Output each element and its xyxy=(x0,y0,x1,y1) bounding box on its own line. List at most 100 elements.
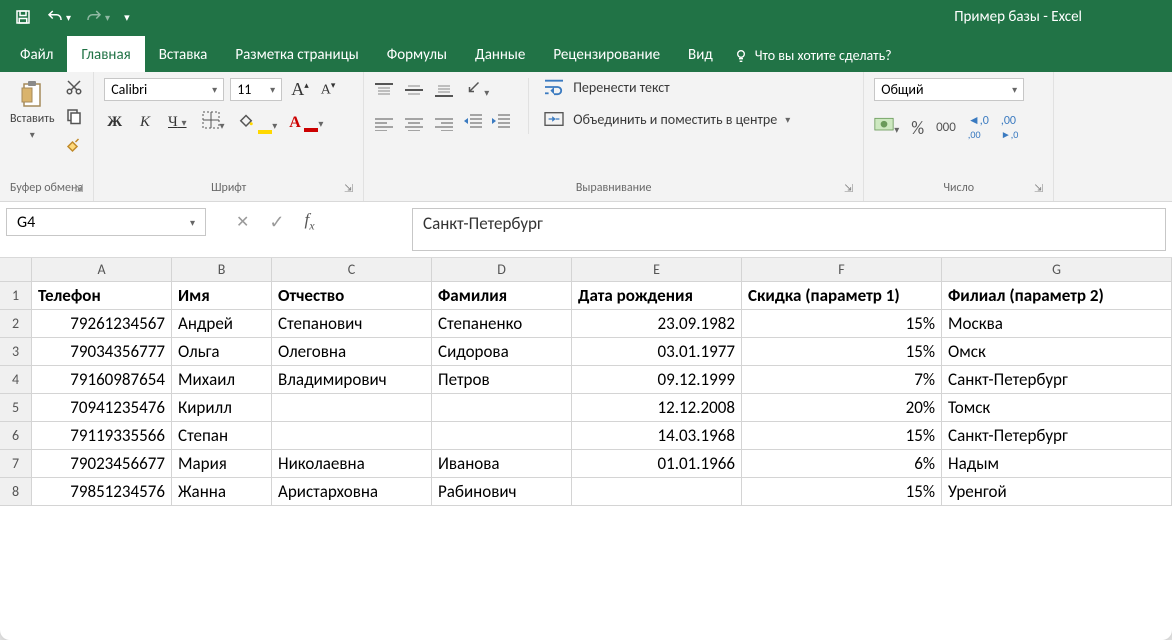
select-all-corner[interactable] xyxy=(0,258,32,281)
row-header[interactable]: 5 xyxy=(0,394,32,421)
cell[interactable]: Аристарховна xyxy=(272,478,432,505)
tab-file[interactable]: Файл xyxy=(6,36,67,72)
chevron-down-icon[interactable]: ▾ xyxy=(785,113,790,126)
align-bottom-button[interactable] xyxy=(434,81,454,99)
borders-button[interactable]: ▾ xyxy=(202,111,225,134)
align-center-button[interactable] xyxy=(404,115,424,133)
font-name-select[interactable]: Calibri ▾ xyxy=(104,78,224,101)
orientation-button[interactable]: ▾ xyxy=(464,78,489,101)
col-header-D[interactable]: D xyxy=(432,258,572,281)
tab-data[interactable]: Данные xyxy=(461,36,539,72)
cell[interactable]: Петров xyxy=(432,366,572,393)
font-size-select[interactable]: 11 ▾ xyxy=(230,78,282,101)
increase-decimal-button[interactable]: ◄,0,00 xyxy=(968,113,989,142)
fill-color-button[interactable]: ▾ xyxy=(237,111,278,134)
decrease-font-button[interactable]: A▾ xyxy=(318,80,339,99)
spreadsheet-grid[interactable]: A B C D E F G 1 Телефон Имя Отчество Фам… xyxy=(0,258,1172,640)
font-color-button[interactable]: A ▾ xyxy=(289,113,323,132)
cell[interactable]: 12.12.2008 xyxy=(572,394,742,421)
cell[interactable]: Андрей xyxy=(172,310,272,337)
align-top-button[interactable] xyxy=(374,81,394,99)
cell[interactable]: Сидорова xyxy=(432,338,572,365)
cell[interactable]: Жанна xyxy=(172,478,272,505)
underline-button[interactable]: Ч ▾ xyxy=(165,114,190,131)
cell[interactable]: Ольга xyxy=(172,338,272,365)
dialog-launcher-icon[interactable]: ⇲ xyxy=(74,182,83,195)
tab-formulas[interactable]: Формулы xyxy=(373,36,461,72)
cell[interactable]: 15% xyxy=(742,478,942,505)
row-header[interactable]: 7 xyxy=(0,450,32,477)
cell[interactable]: Владимирович xyxy=(272,366,432,393)
cell[interactable]: Имя xyxy=(172,282,272,309)
number-format-select[interactable]: Общий ▾ xyxy=(874,78,1024,101)
cell[interactable]: Степан xyxy=(172,422,272,449)
cell[interactable]: 79261234567 xyxy=(32,310,172,337)
cell[interactable]: 6% xyxy=(742,450,942,477)
cell[interactable] xyxy=(272,394,432,421)
cell[interactable]: 79034356777 xyxy=(32,338,172,365)
cell[interactable]: Николаевна xyxy=(272,450,432,477)
row-header[interactable]: 4 xyxy=(0,366,32,393)
dialog-launcher-icon[interactable]: ⇲ xyxy=(844,182,853,195)
undo-button[interactable]: ▾ xyxy=(46,8,71,26)
percent-format-button[interactable]: % xyxy=(911,117,924,139)
col-header-A[interactable]: A xyxy=(32,258,172,281)
redo-button[interactable]: ▾ xyxy=(85,8,110,26)
row-header[interactable]: 1 xyxy=(0,282,32,309)
tell-me-search[interactable]: Что вы хотите сделать? xyxy=(733,47,892,72)
chevron-down-icon[interactable]: ▾ xyxy=(190,216,195,229)
save-icon[interactable] xyxy=(14,8,32,26)
chevron-down-icon[interactable]: ▾ xyxy=(30,128,35,141)
decrease-decimal-button[interactable]: ,00►,0 xyxy=(1001,114,1018,142)
cell[interactable] xyxy=(572,478,742,505)
cell[interactable]: Санкт-Петербург xyxy=(942,366,1172,393)
row-header[interactable]: 2 xyxy=(0,310,32,337)
col-header-C[interactable]: C xyxy=(272,258,432,281)
col-header-B[interactable]: B xyxy=(172,258,272,281)
cell[interactable]: Дата рождения xyxy=(572,282,742,309)
col-header-E[interactable]: E xyxy=(572,258,742,281)
insert-function-button[interactable]: fx xyxy=(305,210,315,233)
cell[interactable]: Олеговна xyxy=(272,338,432,365)
cell[interactable]: 79160987654 xyxy=(32,366,172,393)
cell[interactable]: 79119335566 xyxy=(32,422,172,449)
align-left-button[interactable] xyxy=(374,115,394,133)
tab-page-layout[interactable]: Разметка страницы xyxy=(221,36,372,72)
cell[interactable]: Москва xyxy=(942,310,1172,337)
italic-button[interactable]: К xyxy=(137,114,153,131)
name-box[interactable]: G4 ▾ xyxy=(6,208,206,236)
formula-input[interactable]: Санкт-Петербург xyxy=(412,208,1166,251)
cell[interactable]: Кирилл xyxy=(172,394,272,421)
dialog-launcher-icon[interactable]: ⇲ xyxy=(1034,182,1043,195)
cell[interactable]: Иванова xyxy=(432,450,572,477)
cell[interactable]: Фамилия xyxy=(432,282,572,309)
cell[interactable]: 7% xyxy=(742,366,942,393)
accounting-format-button[interactable]: ▾ xyxy=(874,117,899,138)
cell[interactable]: Томск xyxy=(942,394,1172,421)
row-header[interactable]: 8 xyxy=(0,478,32,505)
cell[interactable]: Степаненко xyxy=(432,310,572,337)
cell[interactable]: Степанович xyxy=(272,310,432,337)
cut-button[interactable] xyxy=(65,78,83,101)
merge-center-button[interactable]: Объединить и поместить в центре ▾ xyxy=(543,110,790,128)
cell[interactable]: 79023456677 xyxy=(32,450,172,477)
cell[interactable]: Телефон xyxy=(32,282,172,309)
cell[interactable]: Уренгой xyxy=(942,478,1172,505)
cell[interactable]: Рабинович xyxy=(432,478,572,505)
cell[interactable]: 15% xyxy=(742,338,942,365)
cell[interactable]: Санкт-Петербург xyxy=(942,422,1172,449)
col-header-F[interactable]: F xyxy=(742,258,942,281)
cell[interactable]: 15% xyxy=(742,422,942,449)
cell[interactable]: Михаил xyxy=(172,366,272,393)
cell[interactable]: Омск xyxy=(942,338,1172,365)
tab-insert[interactable]: Вставка xyxy=(145,36,222,72)
cell[interactable]: Надым xyxy=(942,450,1172,477)
enter-formula-button[interactable]: ✓ xyxy=(269,211,284,233)
comma-format-button[interactable]: 000 xyxy=(936,120,956,135)
cell[interactable]: 01.01.1966 xyxy=(572,450,742,477)
col-header-G[interactable]: G xyxy=(942,258,1172,281)
cell[interactable]: 79851234576 xyxy=(32,478,172,505)
cell[interactable]: 14.03.1968 xyxy=(572,422,742,449)
bold-button[interactable]: Ж xyxy=(104,114,125,131)
cell[interactable]: 09.12.1999 xyxy=(572,366,742,393)
